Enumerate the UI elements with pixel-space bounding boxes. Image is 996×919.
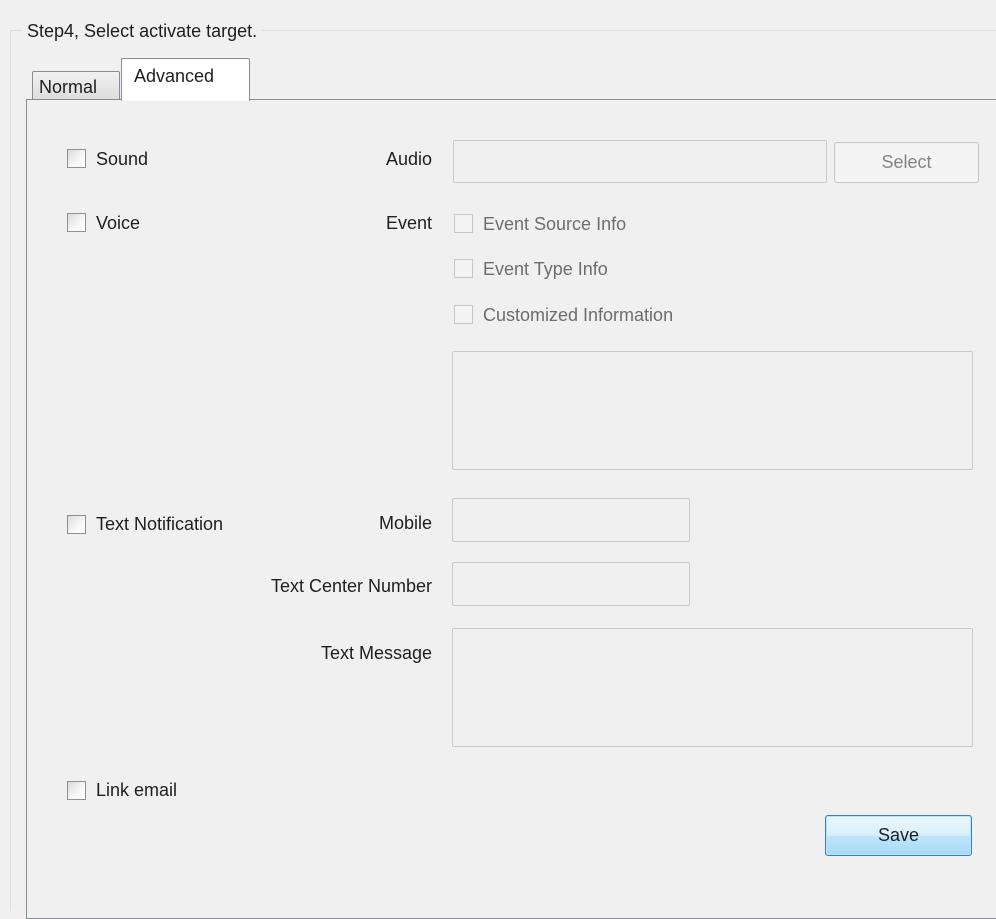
voice-checkbox[interactable] bbox=[67, 213, 86, 232]
link-email-checkbox[interactable] bbox=[67, 781, 86, 800]
mobile-field[interactable] bbox=[452, 498, 690, 542]
event-type-info-checkbox[interactable] bbox=[454, 259, 473, 278]
select-audio-button[interactable]: Select bbox=[834, 142, 979, 183]
audio-field[interactable] bbox=[453, 140, 827, 183]
event-source-info-checkbox[interactable] bbox=[454, 214, 473, 233]
text-center-number-field[interactable] bbox=[452, 562, 690, 606]
group-title: Step4, Select activate target. bbox=[22, 20, 263, 42]
tab-normal[interactable]: Normal bbox=[32, 71, 120, 100]
text-message-textarea[interactable] bbox=[452, 628, 973, 747]
customized-information-textarea[interactable] bbox=[452, 351, 973, 470]
customized-information-checkbox[interactable] bbox=[454, 305, 473, 324]
tab-advanced[interactable]: Advanced bbox=[121, 58, 250, 101]
text-notification-checkbox[interactable] bbox=[67, 515, 86, 534]
save-button[interactable]: Save bbox=[825, 815, 972, 856]
sound-checkbox[interactable] bbox=[67, 149, 86, 168]
